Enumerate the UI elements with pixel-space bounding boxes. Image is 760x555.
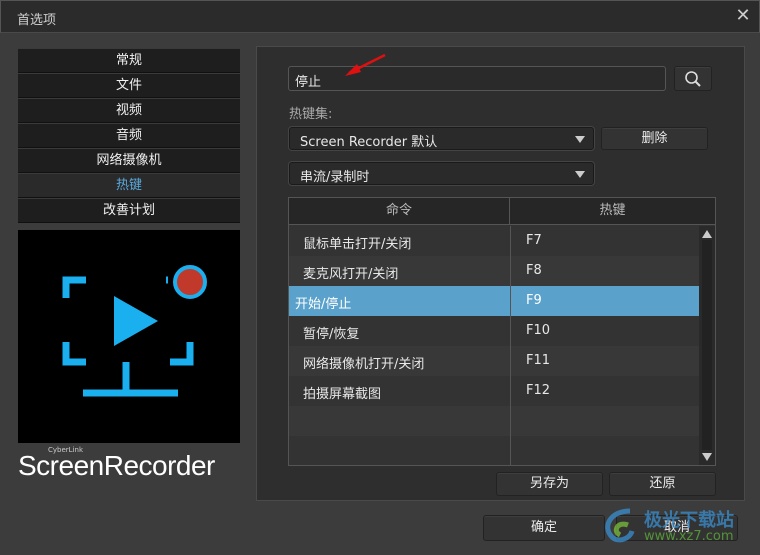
restore-button[interactable]: 还原 <box>609 472 716 496</box>
search-value: 停止 <box>295 75 322 90</box>
mode-dropdown[interactable]: 串流/录制时 <box>289 162 594 185</box>
chevron-down-icon <box>575 171 585 178</box>
command-cell: 开始/停止 <box>295 297 352 312</box>
table-row[interactable]: 拍摄屏幕截图 F12 <box>289 376 699 406</box>
table-row[interactable]: 麦克风打开/关闭 F8 <box>289 256 699 286</box>
key-cell: F12 <box>526 383 551 398</box>
column-divider <box>510 226 511 465</box>
delete-button[interactable]: 删除 <box>601 127 708 150</box>
sidebar-item-video[interactable]: 视频 <box>18 98 240 123</box>
window-title: 首选项 <box>17 13 57 28</box>
key-cell: F10 <box>526 323 551 338</box>
app-logo <box>18 230 240 443</box>
command-cell: 暂停/恢复 <box>303 327 360 342</box>
key-cell: F11 <box>526 353 551 368</box>
search-button[interactable] <box>674 66 712 91</box>
hotkey-set-value: Screen Recorder 默认 <box>300 135 438 150</box>
scroll-up-icon[interactable] <box>702 230 712 238</box>
hotkey-table: 命令 热键 鼠标单击打开/关闭 F7 麦克风打开/关闭 F8 开始/停止 F9 暂停/… <box>288 197 716 466</box>
sidebar-item-improvement[interactable]: 改善计划 <box>18 198 240 223</box>
table-row-empty <box>289 406 699 436</box>
sidebar-nav: 常规 文件 视频 音频 网络摄像机 热键 改善计划 <box>18 48 240 223</box>
cancel-button[interactable]: 取消 <box>616 515 738 541</box>
command-cell: 网络摄像机打开/关闭 <box>303 357 425 372</box>
close-icon[interactable]: ✕ <box>733 6 753 26</box>
scrollbar[interactable] <box>699 226 715 465</box>
command-cell: 拍摄屏幕截图 <box>303 387 382 402</box>
column-header-hotkey[interactable]: 热键 <box>510 198 715 225</box>
table-row[interactable]: 鼠标单击打开/关闭 F7 <box>289 226 699 256</box>
sidebar-item-webcam[interactable]: 网络摄像机 <box>18 148 240 173</box>
chevron-down-icon <box>575 136 585 143</box>
annotation-arrow <box>345 53 386 76</box>
table-row-selected[interactable]: 开始/停止 F9 <box>289 286 699 316</box>
search-icon <box>685 71 701 87</box>
sidebar-item-file[interactable]: 文件 <box>18 73 240 98</box>
table-row-empty <box>289 436 699 465</box>
scroll-down-icon[interactable] <box>702 453 712 461</box>
ok-button[interactable]: 确定 <box>483 515 605 541</box>
column-header-command[interactable]: 命令 <box>289 198 510 225</box>
command-cell: 麦克风打开/关闭 <box>303 267 399 282</box>
sidebar-item-general[interactable]: 常规 <box>18 48 240 73</box>
key-cell: F7 <box>526 233 542 248</box>
hotkey-set-dropdown[interactable]: Screen Recorder 默认 <box>289 127 594 150</box>
title-bar <box>0 0 760 33</box>
mode-value: 串流/录制时 <box>300 170 370 185</box>
table-row[interactable]: 暂停/恢复 F10 <box>289 316 699 346</box>
brand-product: ScreenRecorder <box>18 450 215 481</box>
hotkey-set-label: 热键集: <box>289 107 333 122</box>
key-cell: F8 <box>526 263 542 278</box>
save-as-button[interactable]: 另存为 <box>496 472 603 496</box>
sidebar-item-audio[interactable]: 音频 <box>18 123 240 148</box>
scroll-track[interactable] <box>702 240 712 450</box>
sidebar-item-hotkeys[interactable]: 热键 <box>18 173 240 198</box>
command-cell: 鼠标单击打开/关闭 <box>303 237 412 252</box>
key-cell: F9 <box>526 293 542 308</box>
table-row[interactable]: 网络摄像机打开/关闭 F11 <box>289 346 699 376</box>
